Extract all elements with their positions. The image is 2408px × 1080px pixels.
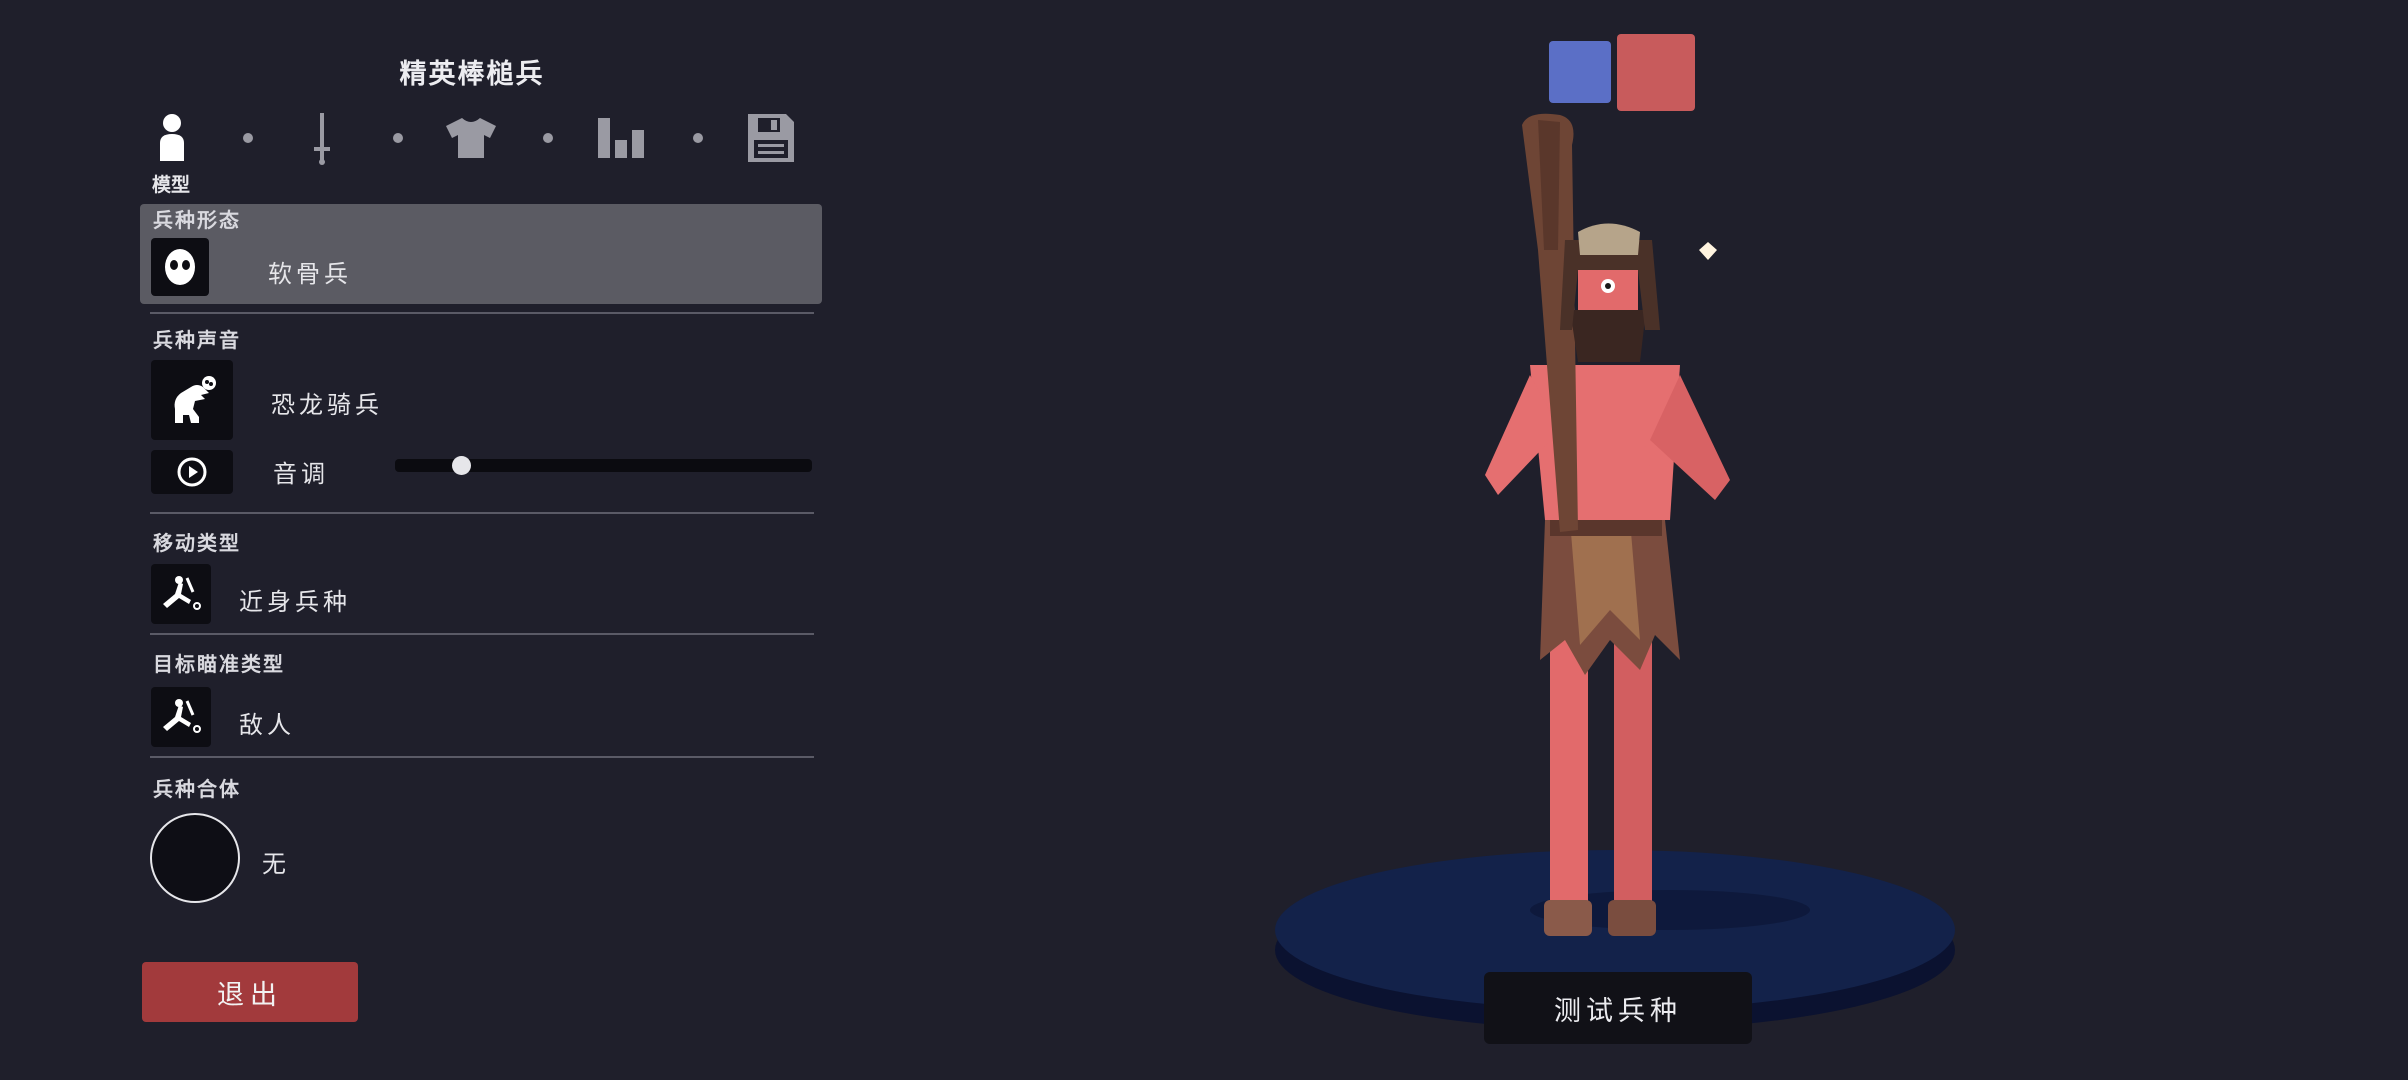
step-model[interactable] [144,110,200,166]
step-save[interactable] [743,110,799,166]
step-separator [393,133,403,143]
team-blue-swatch[interactable] [1549,41,1611,103]
section-heading-combine: 兵种合体 [153,777,241,801]
shirt-icon [446,118,496,158]
step-weapon[interactable] [294,110,350,166]
combine-value: 无 [262,850,290,878]
divider [150,312,814,314]
pitch-label: 音调 [273,460,329,488]
sword-icon [314,113,330,165]
exit-button[interactable]: 退出 [142,962,358,1022]
person-icon [160,114,184,161]
step-separator [693,133,703,143]
bar-chart-icon [598,118,644,158]
step-stats[interactable] [593,110,649,166]
section-heading-movement: 移动类型 [153,531,241,555]
targeting-icon-tile[interactable] [151,687,211,747]
unit-form-row[interactable] [140,204,822,304]
target-unit-icon [163,699,201,733]
dinosaur-icon [174,376,216,423]
form-value: 软骨兵 [268,260,352,288]
step-separator [543,133,553,143]
combine-slot[interactable] [150,813,240,903]
divider [150,756,814,758]
form-icon-tile[interactable] [151,238,209,296]
save-icon [748,114,794,162]
play-icon [177,457,207,487]
melee-unit-icon [163,576,201,610]
voice-icon-tile[interactable] [151,360,233,440]
section-heading-voice: 兵种声音 [153,328,241,352]
test-unit-button[interactable]: 测试兵种 [1484,972,1752,1044]
pitch-slider-knob[interactable] [452,456,472,475]
targeting-value: 敌人 [239,711,295,739]
movement-value: 近身兵种 [239,588,351,616]
divider [150,633,814,635]
spark-effect [1699,242,1717,260]
active-step-label: 模型 [152,174,191,196]
step-clothing[interactable] [443,110,499,166]
play-voice-button[interactable] [151,450,233,494]
section-heading-targeting: 目标瞄准类型 [153,652,285,676]
ghost-mask-icon [165,249,195,285]
unit-preview[interactable] [1260,100,1980,1060]
step-separator [243,133,253,143]
unit-title: 精英棒槌兵 [399,59,545,90]
section-heading-form: 兵种形态 [153,208,241,232]
divider [150,512,814,514]
voice-value: 恐龙骑兵 [271,391,383,419]
movement-icon-tile[interactable] [151,564,211,624]
